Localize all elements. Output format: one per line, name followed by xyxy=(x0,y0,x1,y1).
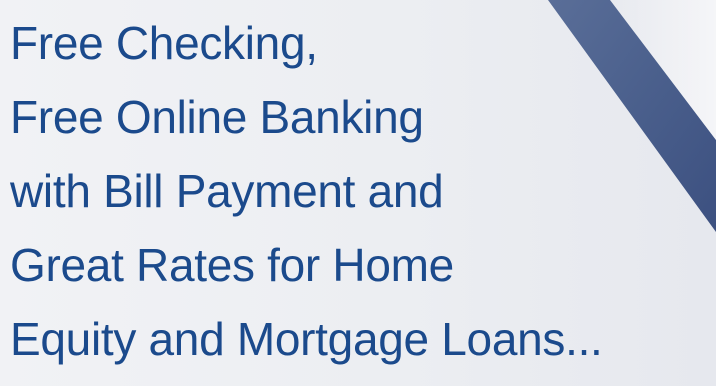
promo-banner: Free Checking, Free Online Banking with … xyxy=(0,0,716,386)
headline-text: Free Checking, Free Online Banking with … xyxy=(10,6,603,376)
headline-line-4: Great Rates for Home xyxy=(10,239,454,291)
headline-line-1: Free Checking, xyxy=(10,17,318,69)
headline-line-3: with Bill Payment and xyxy=(10,165,444,217)
headline-line-5: Equity and Mortgage Loans... xyxy=(10,313,603,365)
headline-line-2: Free Online Banking xyxy=(10,91,424,143)
